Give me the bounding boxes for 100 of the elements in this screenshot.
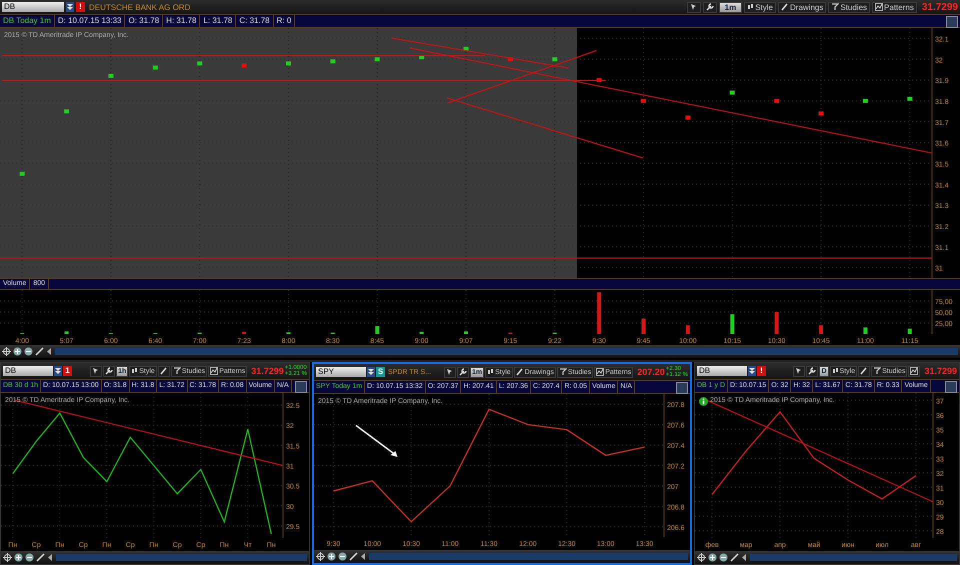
cursor-icon [446,368,454,376]
candles-icon [832,367,839,375]
wrench-button[interactable] [806,366,818,376]
volume-bar [774,312,779,334]
symbol-badge: S [376,367,385,377]
pencil-icon[interactable] [730,553,739,562]
candle [730,90,735,95]
studies-button[interactable]: Studies [828,2,870,12]
candle [774,98,780,103]
zoom-out-icon[interactable] [24,347,33,356]
aggregation-button[interactable]: 1m [718,2,742,12]
info-icon[interactable] [699,397,708,406]
maximize-icon[interactable] [946,16,958,28]
symbol-field[interactable]: DB [2,2,64,12]
symbol-field[interactable]: SPY [316,367,366,377]
last-price: 31.7299 [922,2,958,12]
cursor-icon [92,367,100,375]
scrollbar[interactable] [750,554,957,561]
pencil-icon[interactable] [349,552,358,561]
pattern-icon [210,367,218,375]
symbol-badge: ! [757,366,766,376]
scroll-left-icon[interactable] [46,347,53,356]
scrollbar[interactable] [56,554,307,561]
volume-bar [863,327,868,334]
scroll-left-icon[interactable] [741,553,748,562]
dropdown-button[interactable] [748,366,756,376]
zoom-in-icon[interactable] [708,553,717,562]
volume-bar [420,332,424,334]
wrench-button[interactable] [456,366,469,378]
zoom-in-icon[interactable] [14,553,23,562]
dropdown-button[interactable] [367,367,375,377]
last-price: 207.20 [637,367,665,377]
zoom-out-icon[interactable] [25,553,34,562]
drawings-button[interactable] [158,366,170,376]
info-field: R: 0 [274,15,296,27]
chart-panel[interactable] [0,362,310,565]
drawings-button[interactable] [858,366,870,376]
pencil-icon [860,367,868,375]
symbol-field[interactable]: DB [697,366,747,376]
cursor-button[interactable] [686,2,701,12]
scrollbar[interactable] [55,348,958,355]
style-button[interactable]: Style [744,2,776,12]
candle [330,59,336,64]
pattern-icon [875,3,884,11]
volume-bar [642,318,646,334]
drawings-button[interactable]: Drawings [778,2,826,12]
cursor-button[interactable] [793,366,806,376]
chart-panel[interactable] [312,362,692,565]
candle [596,78,602,82]
symbol-badge: ! [76,2,85,12]
dropdown-button[interactable] [66,2,74,12]
maximize-icon[interactable] [945,381,957,393]
symbol-badge: 1 [63,366,72,376]
candle [552,57,558,62]
crosshair-icon[interactable] [316,552,325,561]
candle [286,61,291,66]
scroll-left-icon[interactable] [47,553,54,562]
wrench-button[interactable] [702,2,717,12]
symbol-field[interactable]: DB [3,366,53,376]
chart-title: DB Today 1m [0,15,55,27]
candle [242,64,247,68]
scroll-left-icon[interactable] [360,552,367,561]
pencil-icon[interactable] [35,347,44,356]
cursor-button[interactable] [444,366,456,378]
cursor-button[interactable] [90,366,102,376]
wrench-icon [706,3,714,11]
maximize-icon[interactable] [676,382,688,394]
maximize-icon[interactable] [295,381,307,393]
cursor-icon [795,367,804,375]
wrench-button[interactable] [103,366,116,376]
volume-bar [242,332,246,334]
pencil-icon [781,3,790,11]
patterns-button[interactable] [908,366,920,376]
zoom-in-icon[interactable] [327,552,336,561]
arrow-drawing [356,424,398,458]
pencil-icon [160,367,168,375]
crosshair-icon[interactable] [3,553,12,562]
volume-bar [686,325,690,334]
wrench-icon [458,368,467,376]
zoom-out-icon[interactable] [338,552,347,561]
crosshair-icon[interactable] [2,347,11,356]
zoom-in-icon[interactable] [13,347,22,356]
wrench-icon [808,367,816,375]
dropdown-button[interactable] [54,366,62,376]
candle [374,57,380,62]
candle [197,61,202,66]
volume-bar [730,314,734,334]
volume-bar [375,326,380,334]
crosshair-icon[interactable] [697,553,706,562]
candles-icon [747,3,754,11]
patterns-button[interactable]: Patterns [872,2,917,12]
info-field: O: 31.78 [125,15,164,27]
cursor-icon [690,3,698,11]
scrollbar[interactable] [369,553,688,560]
info-field: L: 31.78 [200,15,236,27]
zoom-out-icon[interactable] [719,553,728,562]
pencil-icon[interactable] [36,553,45,562]
info-field: D: 10.07.15 13:33 [54,15,126,27]
info-field: C: 31.78 [236,15,274,27]
wrench-icon [105,367,114,375]
